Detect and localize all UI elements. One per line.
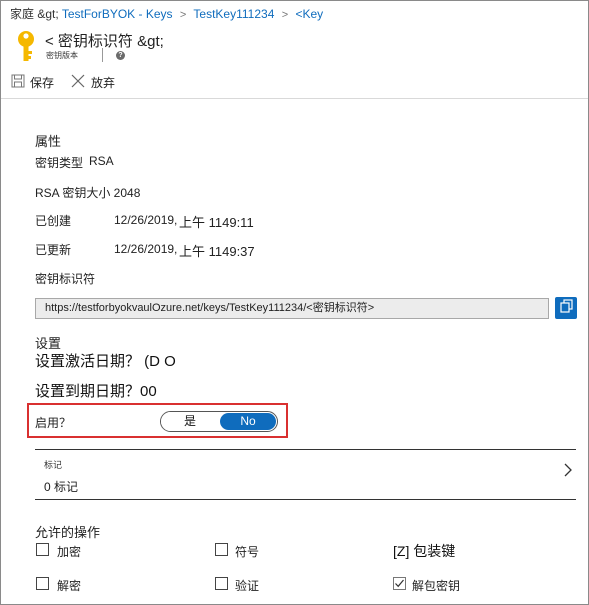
close-icon (71, 74, 85, 91)
chevron-right-icon[interactable] (562, 463, 574, 477)
tags-label: 标记 (44, 460, 63, 470)
checkbox-encrypt[interactable] (36, 543, 49, 556)
copy-button[interactable] (555, 297, 577, 319)
expiry-date-text[interactable]: 设置到期日期？00 (35, 380, 157, 401)
breadcrumb-item-keys[interactable]: TestForBYOK - Keys (62, 7, 173, 21)
toolbar-divider (1, 98, 588, 99)
tags-value[interactable]: 0 标记 (44, 478, 78, 495)
breadcrumb: 家庭 &gt; TestForBYOK - Keys > TestKey1112… (10, 6, 323, 22)
toggle-option-no[interactable]: No (220, 413, 276, 430)
identifier-label: 密钥标识符 (35, 272, 96, 286)
checkmark-icon (394, 578, 405, 589)
checkbox-label-decrypt: 解密 (57, 579, 82, 593)
created-date: 12/26/2019, (114, 213, 178, 227)
checkbox-label-wrap-key[interactable]: [Z] 包装键 (393, 541, 455, 561)
breadcrumb-item-version[interactable]: <Key (296, 7, 324, 21)
checkbox-label-verify: 验证 (235, 579, 260, 593)
subtitle-divider (102, 48, 103, 62)
activation-date-text[interactable]: 设置激活日期？ (D O (35, 350, 176, 371)
tags-divider-top (35, 449, 576, 450)
key-icon (15, 30, 37, 64)
discard-label: 放弃 (91, 75, 116, 90)
checkbox-unwrap-key[interactable] (393, 577, 406, 590)
key-type-value: RSA (89, 154, 114, 168)
updated-label: 已更新 (35, 243, 72, 257)
updated-time: 上午 1149:37 (179, 244, 255, 259)
toggle-option-yes[interactable]: 是 (161, 412, 219, 431)
key-type-label: 密钥类型 (35, 156, 84, 170)
copy-icon (559, 298, 573, 318)
checkbox-verify[interactable] (215, 577, 228, 590)
created-label: 已创建 (35, 214, 72, 228)
save-button[interactable]: 保存 (11, 73, 54, 91)
checkbox-decrypt[interactable] (36, 577, 49, 590)
created-time: 上午 1149:11 (179, 215, 254, 230)
breadcrumb-separator: > (179, 9, 187, 21)
properties-heading: 属性 (35, 134, 62, 149)
page-title: < 密钥标识符 &gt; (45, 33, 164, 50)
save-label: 保存 (30, 75, 55, 90)
breadcrumb-home[interactable]: 家庭 &gt; (10, 7, 59, 21)
key-size-text: RSA 密钥大小 2048 (35, 186, 141, 200)
checkbox-label-sign: 符号 (235, 545, 260, 559)
save-icon (11, 74, 25, 91)
breadcrumb-separator: > (281, 9, 289, 21)
checkbox-sign[interactable] (215, 543, 228, 556)
tags-divider-bottom (35, 499, 576, 500)
info-icon[interactable]: ? (116, 51, 125, 60)
page-subtitle: 密钥版本 (46, 51, 78, 60)
checkbox-label-unwrap-key: 解包密钥 (412, 579, 461, 593)
enabled-toggle[interactable]: 是 No (160, 411, 278, 432)
checkbox-label-encrypt: 加密 (57, 545, 82, 559)
updated-date: 12/26/2019, (114, 242, 178, 256)
identifier-field[interactable]: https://testforbyokvaulOzure.net/keys/Te… (35, 298, 549, 319)
breadcrumb-item-key[interactable]: TestKey111234 (193, 7, 274, 21)
enabled-label: 启用？ (35, 416, 72, 430)
operations-heading: 允许的操作 (35, 525, 101, 540)
discard-button[interactable]: 放弃 (71, 73, 115, 91)
